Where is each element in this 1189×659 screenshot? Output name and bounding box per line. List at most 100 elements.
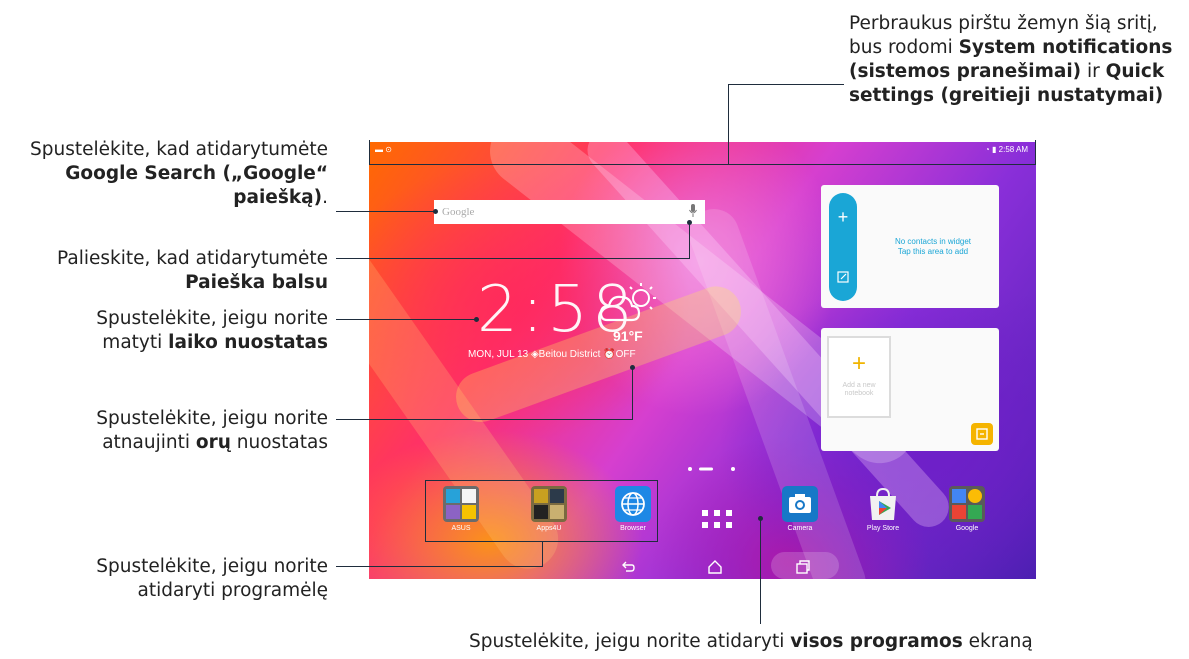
leader-line — [542, 541, 543, 567]
callout-bold: Google Search („Google“ — [65, 163, 328, 184]
home-screen: ▬ ⊙ ◔ ▮ 2:58 AM Google 2:58 91°F MON, JU… — [369, 142, 1036, 579]
callout-text: matyti — [102, 332, 169, 353]
callout-google-search: Spustelėkite, kad atidarytumėte Google S… — [0, 138, 328, 210]
app-google-folder[interactable]: Google — [937, 486, 997, 532]
callout-text: atnaujinti — [102, 432, 196, 453]
back-icon[interactable] — [620, 559, 636, 575]
app-play-store[interactable]: Play Store — [853, 486, 913, 532]
callout-bold: settings (greitieji nustatymai) — [849, 85, 1164, 106]
search-placeholder: Google — [442, 206, 475, 218]
apps4u-folder-icon — [531, 486, 567, 522]
callout-text: ir — [1081, 61, 1106, 82]
leader-dot — [687, 220, 692, 225]
leader-line — [760, 518, 761, 624]
leader-line — [369, 140, 370, 164]
status-time: 2:58 AM — [998, 145, 1028, 154]
leader-line — [689, 222, 690, 259]
app-label: Browser — [620, 525, 646, 532]
add-contact-icon[interactable]: + — [829, 207, 857, 228]
camera-icon — [782, 486, 818, 522]
leader-line — [632, 367, 633, 420]
callout-text: ekraną — [962, 631, 1033, 652]
leader-line — [336, 258, 689, 259]
add-notebook-line: notebook — [844, 390, 874, 397]
leader-line — [657, 480, 658, 542]
recent-apps-icon[interactable] — [795, 559, 811, 575]
callout-weather-settings: Spustelėkite, jeigu norite atnaujinti or… — [0, 407, 328, 455]
callout-bold: Quick — [1105, 61, 1165, 82]
notebook-open-button[interactable] — [971, 423, 993, 445]
leader-line — [336, 566, 543, 567]
status-bar[interactable]: ▬ ⊙ ◔ ▮ 2:58 AM — [369, 142, 1036, 158]
google-search-bar[interactable]: Google — [434, 200, 705, 224]
wifi-icon: ◔ — [984, 145, 990, 154]
leader-line — [425, 480, 658, 481]
contacts-empty-line: Tap this area to add — [897, 247, 969, 256]
app-asus-folder[interactable]: ASUS — [431, 486, 491, 532]
contacts-empty-text[interactable]: No contacts in widget Tap this area to a… — [867, 237, 999, 257]
leader-line — [728, 84, 844, 85]
asus-folder-icon — [443, 486, 479, 522]
app-camera[interactable]: Camera — [770, 486, 830, 532]
all-apps-icon[interactable] — [702, 510, 732, 528]
leader-line — [336, 211, 436, 212]
add-notebook-text: Add a new notebook — [829, 382, 889, 398]
app-label: Camera — [787, 525, 813, 532]
page-indicator — [688, 467, 735, 471]
temperature: 91°F — [613, 328, 643, 344]
app-label: Play Store — [866, 525, 900, 532]
callout-bold: paiešką) — [233, 187, 323, 208]
battery-icon: ▮ — [992, 145, 997, 154]
callout-text: Perbraukus pirštu žemyn šią sritį, — [849, 13, 1158, 34]
contacts-action-strip: + — [829, 193, 857, 301]
leader-line — [425, 480, 426, 542]
app-apps4u-folder[interactable]: Apps4U — [519, 486, 579, 532]
callout-voice-search: Palieskite, kad atidarytumėte Paieška ba… — [0, 247, 328, 295]
date-location-alarm[interactable]: MON, JUL 13 ◈Beitou District ⏰OFF — [468, 349, 636, 360]
callout-text: Spustelėkite, jeigu norite — [96, 308, 328, 329]
callout-text: nuostatas — [230, 432, 328, 453]
app-browser[interactable]: Browser — [603, 486, 663, 532]
callout-text: . — [322, 187, 328, 208]
callout-bold: (sistemos pranešimai) — [849, 61, 1082, 82]
app-label: Google — [955, 525, 979, 532]
browser-icon — [615, 486, 651, 522]
add-notebook-tile[interactable]: + Add a new notebook — [827, 336, 891, 418]
contacts-widget[interactable]: + No contacts in widget Tap this area to… — [821, 185, 999, 308]
partly-cloudy-icon[interactable] — [599, 280, 661, 328]
home-icon[interactable] — [707, 559, 723, 575]
callout-text: Spustelėkite, jeigu norite — [96, 408, 328, 429]
add-notebook-icon: + — [851, 350, 866, 377]
callout-bold: laiko nuostatas — [168, 332, 328, 353]
callout-bold: orų — [195, 432, 231, 453]
notification-icons: ▬ ⊙ — [375, 145, 392, 154]
google-folder-icon — [949, 486, 985, 522]
leader-dot — [474, 317, 479, 322]
callout-all-apps: Spustelėkite, jeigu norite atidaryti vis… — [469, 630, 1189, 654]
status-right: ◔ ▮ 2:58 AM — [985, 145, 1028, 154]
contacts-empty-line: No contacts in widget — [894, 237, 972, 246]
edit-icon[interactable] — [837, 271, 849, 283]
callout-text: Spustelėkite, jeigu norite atidaryti — [469, 631, 791, 652]
app-label: ASUS — [451, 525, 471, 532]
app-label: Apps4U — [536, 525, 562, 532]
callout-bold: Paieška balsu — [185, 272, 328, 293]
leader-line — [369, 164, 1036, 165]
play-store-icon — [870, 487, 896, 520]
callout-bold: visos programos — [790, 631, 963, 652]
callout-text: Spustelėkite, kad atidarytumėte — [30, 139, 328, 160]
microphone-icon[interactable] — [689, 204, 697, 218]
notebook-icon — [976, 428, 988, 440]
callout-text: Palieskite, kad atidarytumėte — [57, 248, 328, 269]
callout-text: Spustelėkite, jeigu norite — [96, 556, 328, 577]
leader-dot — [630, 365, 635, 370]
leader-dot — [433, 209, 438, 214]
callout-time-settings: Spustelėkite, jeigu norite matyti laiko … — [0, 307, 328, 355]
notebook-widget[interactable]: + Add a new notebook — [821, 328, 999, 451]
callout-text: bus rodomi — [849, 37, 959, 58]
leader-line — [728, 84, 729, 164]
leader-line — [1035, 140, 1036, 164]
callout-text: atidaryti programėlę — [137, 580, 328, 601]
callout-notifications: Perbraukus pirštu žemyn šią sritį, bus r… — [849, 12, 1189, 108]
callout-open-app: Spustelėkite, jeigu norite atidaryti pro… — [0, 555, 328, 603]
